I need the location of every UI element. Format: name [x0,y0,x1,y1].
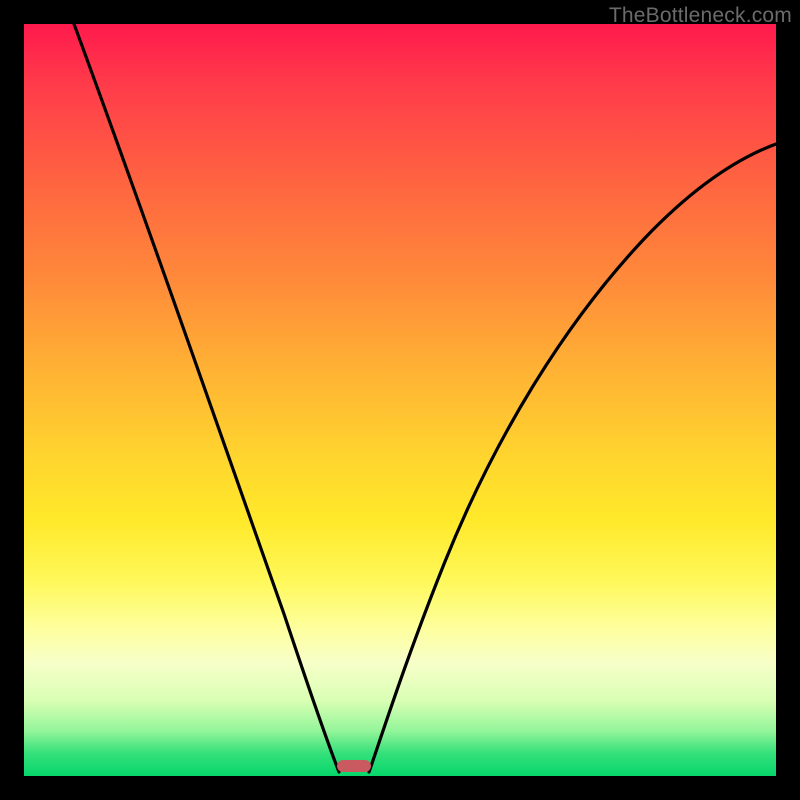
plot-area [24,24,776,776]
left-curve [74,24,339,772]
bottleneck-marker [337,760,371,772]
watermark-text: TheBottleneck.com [609,4,792,28]
right-curve [369,144,776,772]
curves-svg [24,24,776,776]
chart-frame: TheBottleneck.com [0,0,800,800]
